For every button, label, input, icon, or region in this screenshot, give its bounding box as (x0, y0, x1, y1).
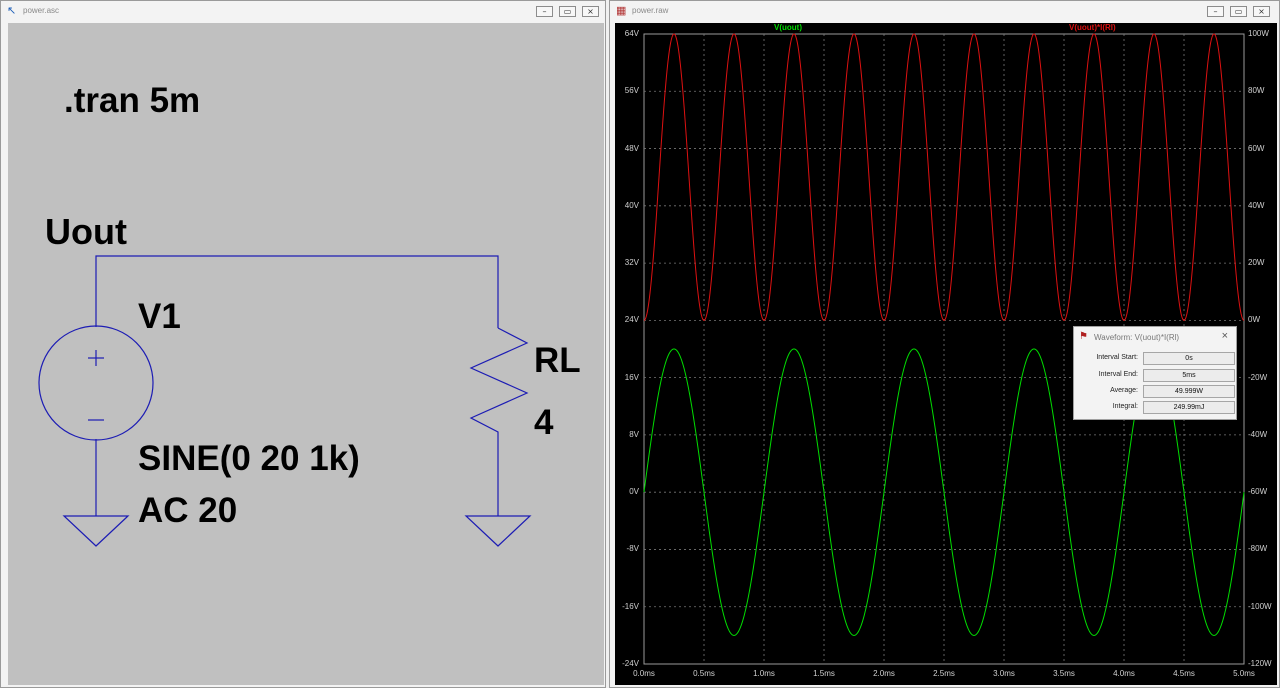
waveform-title: power.raw (632, 6, 669, 15)
y-tick-label-left: 40V (624, 200, 639, 210)
tran-directive[interactable]: .tran 5m (64, 81, 200, 121)
interval-end-field[interactable]: 5ms (1143, 369, 1235, 382)
restore-button[interactable]: ▭ (559, 6, 576, 17)
resistor-value[interactable]: 4 (534, 403, 553, 443)
y-tick-label-left: -16V (622, 601, 639, 611)
y-tick-label-right: -120W (1248, 659, 1272, 668)
waveform-measurement-dialog[interactable]: ⚑ Waveform: V(uout)*I(Rl) × Interval Sta… (1073, 326, 1237, 420)
resistor-symbol (469, 327, 529, 439)
minimize-button[interactable]: – (1207, 6, 1224, 17)
x-tick-label: 2.5ms (933, 669, 955, 678)
y-tick-label-right: 40W (1248, 200, 1265, 210)
y-tick-label-right: 100W (1248, 29, 1269, 38)
ground-symbol-right (464, 515, 532, 547)
source-value[interactable]: SINE(0 20 1k) (138, 439, 360, 479)
y-tick-label-right: -40W (1248, 429, 1268, 439)
restore-button[interactable]: ▭ (1230, 6, 1247, 17)
x-tick-label: 3.5ms (1053, 669, 1075, 678)
schematic-title: power.asc (23, 6, 60, 15)
interval-start-label: Interval Start: (1096, 354, 1138, 361)
trace-label-power[interactable]: V(uout)*I(Rl) (1069, 23, 1116, 32)
source-name[interactable]: V1 (138, 297, 181, 337)
y-tick-label-left: 48V (624, 143, 639, 153)
x-tick-label: 1.5ms (813, 669, 835, 678)
schematic-window: ↖ power.asc – ▭ × .tran 5m Uout V1 SINE(… (0, 0, 606, 688)
ground-symbol-left (62, 515, 130, 547)
resistor-name[interactable]: RL (534, 341, 581, 381)
net-label-uout[interactable]: Uout (45, 211, 127, 253)
minimize-button[interactable]: – (536, 6, 553, 17)
close-button[interactable]: × (1253, 6, 1270, 17)
x-tick-label: 0.5ms (693, 669, 715, 678)
x-tick-label: 4.0ms (1113, 669, 1135, 678)
interval-end-label: Interval End: (1098, 371, 1138, 378)
waveform-app-icon: ▦ (616, 5, 627, 17)
y-tick-label-right: -60W (1248, 487, 1268, 497)
waveform-titlebar[interactable]: ▦ power.raw – ▭ × (610, 1, 1279, 23)
y-tick-label-left: -24V (622, 659, 639, 668)
x-tick-label: 1.0ms (753, 669, 775, 678)
voltage-source-symbol (38, 325, 154, 441)
dialog-close-icon[interactable]: × (1222, 330, 1228, 342)
y-tick-label-right: 0W (1248, 315, 1260, 325)
schematic-app-icon: ↖ (7, 5, 17, 17)
x-tick-label: 2.0ms (873, 669, 895, 678)
x-tick-label: 0.0ms (633, 669, 655, 678)
y-tick-label-left: 56V (624, 86, 639, 96)
y-tick-label-left: -8V (626, 544, 639, 554)
y-tick-label-right: -100W (1248, 601, 1272, 611)
interval-start-field[interactable]: 0s (1143, 352, 1235, 365)
integral-field: 249.99mJ (1143, 401, 1235, 414)
y-tick-label-right: 80W (1248, 86, 1265, 96)
y-tick-label-right: -80W (1248, 544, 1268, 554)
x-tick-label: 5.0ms (1233, 669, 1255, 678)
source-ac-value[interactable]: AC 20 (138, 491, 237, 531)
schematic-drawing (38, 255, 532, 547)
average-label: Average: (1110, 387, 1138, 394)
y-tick-label-left: 0V (629, 487, 639, 497)
close-button[interactable]: × (582, 6, 599, 17)
y-tick-label-left: 16V (624, 372, 639, 382)
y-tick-label-left: 8V (629, 429, 639, 439)
waveform-dialog-icon: ⚑ (1079, 331, 1088, 342)
integral-label: Integral: (1112, 403, 1138, 410)
y-tick-label-right: 60W (1248, 143, 1265, 153)
y-tick-label-right: 20W (1248, 258, 1265, 268)
trace-label-voltage[interactable]: V(uout) (774, 23, 802, 32)
y-tick-label-left: 24V (624, 315, 639, 325)
average-field: 49.999W (1143, 385, 1235, 398)
schematic-canvas[interactable]: .tran 5m Uout V1 SINE(0 20 1k) AC 20 RL … (8, 23, 604, 685)
y-tick-label-left: 64V (624, 29, 639, 38)
dialog-title: Waveform: V(uout)*I(Rl) (1094, 333, 1180, 342)
x-tick-label: 4.5ms (1173, 669, 1195, 678)
y-tick-label-right: -20W (1248, 372, 1268, 382)
schematic-titlebar[interactable]: ↖ power.asc – ▭ × (1, 1, 605, 23)
y-tick-label-left: 32V (624, 258, 639, 268)
x-tick-label: 3.0ms (993, 669, 1015, 678)
